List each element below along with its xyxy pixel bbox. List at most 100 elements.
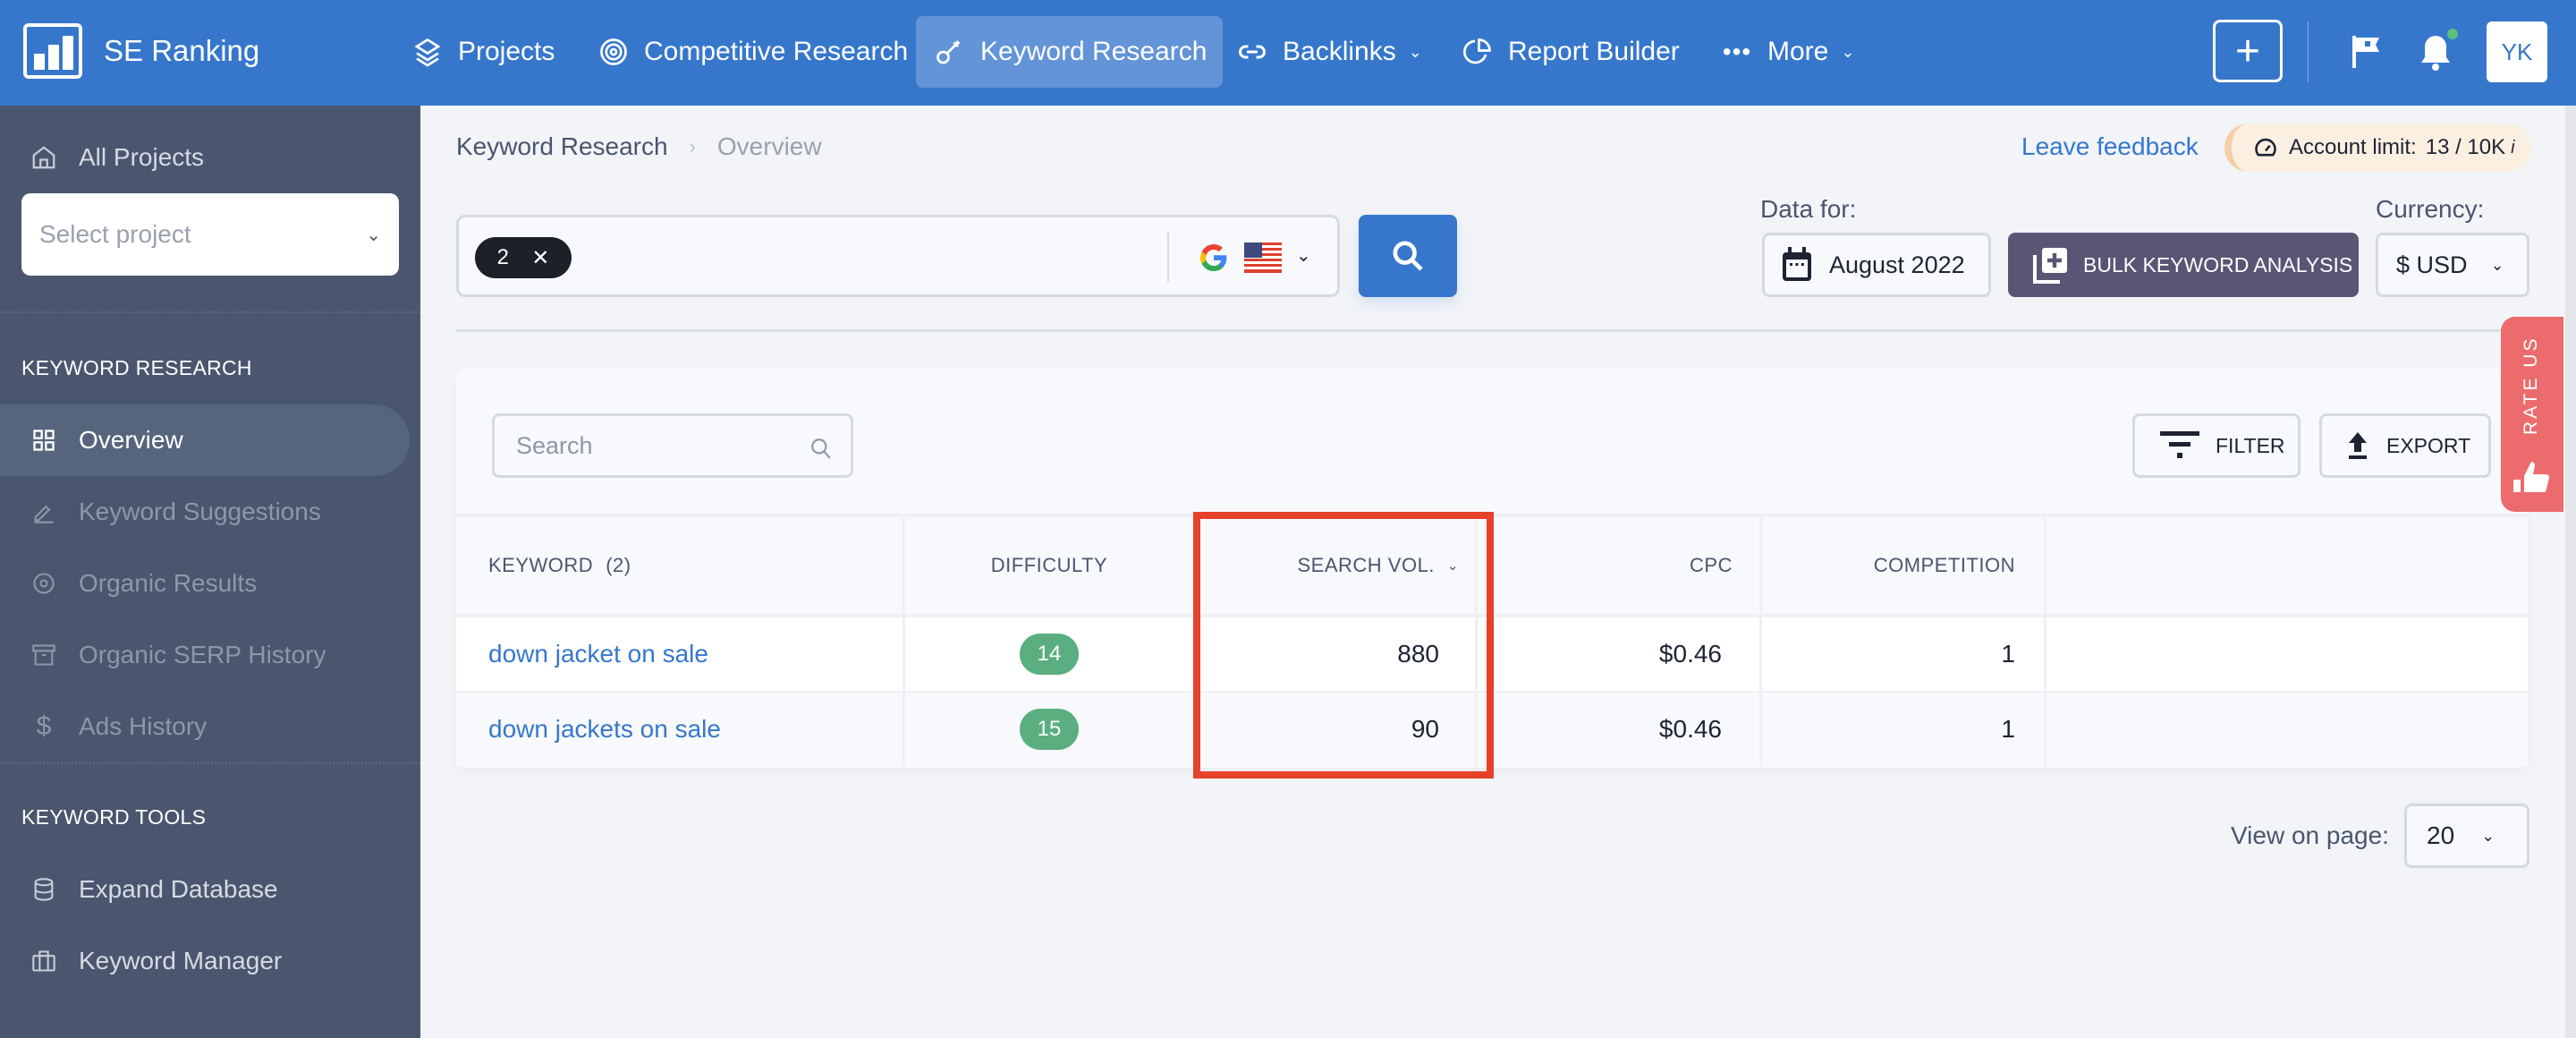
keyword-input[interactable]: 2 ✕ ⌄ <box>456 215 1340 297</box>
section-divider <box>456 329 2528 332</box>
sidebar-divider <box>0 762 420 764</box>
view-on-page-dropdown[interactable]: 20 ⌄ <box>2404 804 2529 868</box>
flag-icon[interactable] <box>2351 34 2381 70</box>
sidebar-item-label: Expand Database <box>79 875 278 903</box>
chevron-down-icon: ⌄ <box>1841 42 1855 61</box>
nav-competitive-research-label: Competitive Research <box>644 37 909 66</box>
pencil-icon <box>30 498 57 525</box>
home-icon <box>30 144 57 171</box>
chevron-down-icon: ⌄ <box>2490 255 2504 274</box>
export-button[interactable]: EXPORT <box>2319 413 2491 478</box>
add-copy-icon <box>2033 246 2069 284</box>
input-divider <box>1167 232 1169 282</box>
rate-us-tab[interactable]: RATE US <box>2501 317 2563 512</box>
sidebar-item-all-projects[interactable]: All Projects <box>0 122 410 193</box>
nav-report-builder-label: Report Builder <box>1508 37 1680 66</box>
sidebar-item-keyword-suggestions[interactable]: Keyword Suggestions <box>0 476 410 548</box>
pie-chart-icon <box>1460 34 1496 70</box>
currency-dropdown[interactable]: $ USD ⌄ <box>2376 233 2529 297</box>
filter-icon <box>2160 431 2199 460</box>
briefcase-icon <box>30 948 57 974</box>
sidebar-item-keyword-manager[interactable]: Keyword Manager <box>0 925 410 997</box>
bulk-keyword-analysis-button[interactable]: BULK KEYWORD ANALYSIS <box>2008 233 2359 297</box>
nav-backlinks[interactable]: Backlinks ⌄ <box>1218 16 1438 88</box>
bell-icon[interactable] <box>2420 32 2451 72</box>
chevron-down-icon: ⌄ <box>1408 42 1422 61</box>
keyword-link[interactable]: down jacket on sale <box>488 640 708 668</box>
date-value: August 2022 <box>1829 251 1965 278</box>
sidebar-divider <box>0 311 420 313</box>
cpc-cell: $0.46 <box>1478 693 1762 766</box>
competition-cell: 1 <box>1762 617 2046 691</box>
sidebar-item-expand-database[interactable]: Expand Database <box>0 854 410 925</box>
nav-keyword-research[interactable]: Keyword Research <box>916 16 1224 88</box>
chevron-down-icon[interactable]: ⌄ <box>1296 244 1311 267</box>
view-on-page-value: 20 <box>2427 821 2455 849</box>
keyword-link[interactable]: down jackets on sale <box>488 715 721 744</box>
add-button[interactable]: + <box>2213 20 2283 82</box>
search-icon <box>1393 241 1423 271</box>
breadcrumb-parent[interactable]: Keyword Research <box>456 132 668 161</box>
search-icon <box>809 436 833 461</box>
more-dots-icon: ••• <box>1722 38 1752 65</box>
brand-name[interactable]: SE Ranking <box>104 34 259 68</box>
nav-report-builder[interactable]: Report Builder <box>1444 16 1696 88</box>
sidebar-section-keyword-tools: KEYWORD TOOLS <box>21 805 207 829</box>
sidebar-item-label: Keyword Manager <box>79 947 283 974</box>
keyword-cell: down jacket on sale <box>456 617 905 691</box>
competition-cell: 1 <box>1762 693 2046 766</box>
column-header-competition[interactable]: COMPETITION <box>1762 517 2046 614</box>
currency-value: $ USD <box>2396 251 2468 278</box>
sidebar-item-label: Overview <box>79 426 183 454</box>
gauge-icon <box>2253 135 2278 160</box>
sidebar-item-organic-results[interactable]: Organic Results <box>0 548 410 619</box>
leave-feedback-link[interactable]: Leave feedback <box>2021 132 2199 161</box>
nav-projects[interactable]: Projects <box>394 16 571 88</box>
google-icon[interactable] <box>1198 241 1230 275</box>
notification-dot <box>2447 29 2458 39</box>
sidebar-item-ads-history[interactable]: $ Ads History <box>0 691 410 762</box>
close-icon[interactable]: ✕ <box>531 245 549 271</box>
filter-button[interactable]: FILTER <box>2132 413 2301 478</box>
cpc-cell: $0.46 <box>1478 617 1762 691</box>
date-picker[interactable]: August 2022 <box>1762 233 1991 297</box>
nav-competitive-research[interactable]: Competitive Research <box>580 16 924 88</box>
column-header-keyword[interactable]: KEYWORD (2) <box>456 517 905 614</box>
currency-label: Currency: <box>2376 195 2485 223</box>
nav-backlinks-label: Backlinks <box>1283 37 1396 66</box>
sidebar-section-keyword-research: KEYWORD RESEARCH <box>21 356 252 379</box>
sidebar: All Projects Select project ⌄ KEYWORD RE… <box>0 106 420 1038</box>
avatar[interactable]: YK <box>2487 21 2547 82</box>
nav-projects-label: Projects <box>458 37 555 66</box>
column-header-difficulty[interactable]: DIFFICULTY <box>905 517 1196 614</box>
nav-more[interactable]: ••• More ⌄ <box>1703 16 1870 88</box>
sidebar-item-organic-serp-history[interactable]: Organic SERP History <box>0 619 410 691</box>
view-on-page-label: View on page: <box>2231 821 2389 849</box>
chevron-down-icon: ⌄ <box>366 225 381 245</box>
archive-icon <box>30 642 57 668</box>
column-header-cpc[interactable]: CPC <box>1478 517 1762 614</box>
difficulty-badge: 15 <box>1020 709 1079 750</box>
se-ranking-logo-icon[interactable] <box>23 23 82 79</box>
dollar-icon: $ <box>36 711 52 741</box>
search-button[interactable] <box>1359 215 1457 297</box>
link-icon <box>1234 34 1270 70</box>
sidebar-item-label: Organic SERP History <box>79 641 326 668</box>
info-icon[interactable]: i <box>2511 138 2514 158</box>
scrollbar[interactable] <box>2565 106 2576 1038</box>
select-project-dropdown[interactable]: Select project ⌄ <box>21 193 399 276</box>
keyword-count: 2 <box>496 245 509 269</box>
sidebar-item-overview[interactable]: Overview <box>0 404 410 476</box>
column-header-empty <box>2046 517 2528 614</box>
us-flag-icon[interactable] <box>1244 242 1282 273</box>
keyword-count-chip[interactable]: 2 ✕ <box>475 237 572 278</box>
chevron-down-icon: ⌄ <box>2481 826 2496 845</box>
difficulty-cell: 15 <box>905 693 1196 766</box>
breadcrumb-separator-icon: › <box>689 135 696 157</box>
rate-us-label: RATE US <box>2521 336 2541 435</box>
sidebar-item-label: Ads History <box>79 712 208 740</box>
sidebar-item-label: All Projects <box>79 143 205 171</box>
table-search-input[interactable]: Search <box>492 413 853 478</box>
select-project-placeholder: Select project <box>39 220 191 248</box>
sidebar-item-label: Organic Results <box>79 569 258 597</box>
